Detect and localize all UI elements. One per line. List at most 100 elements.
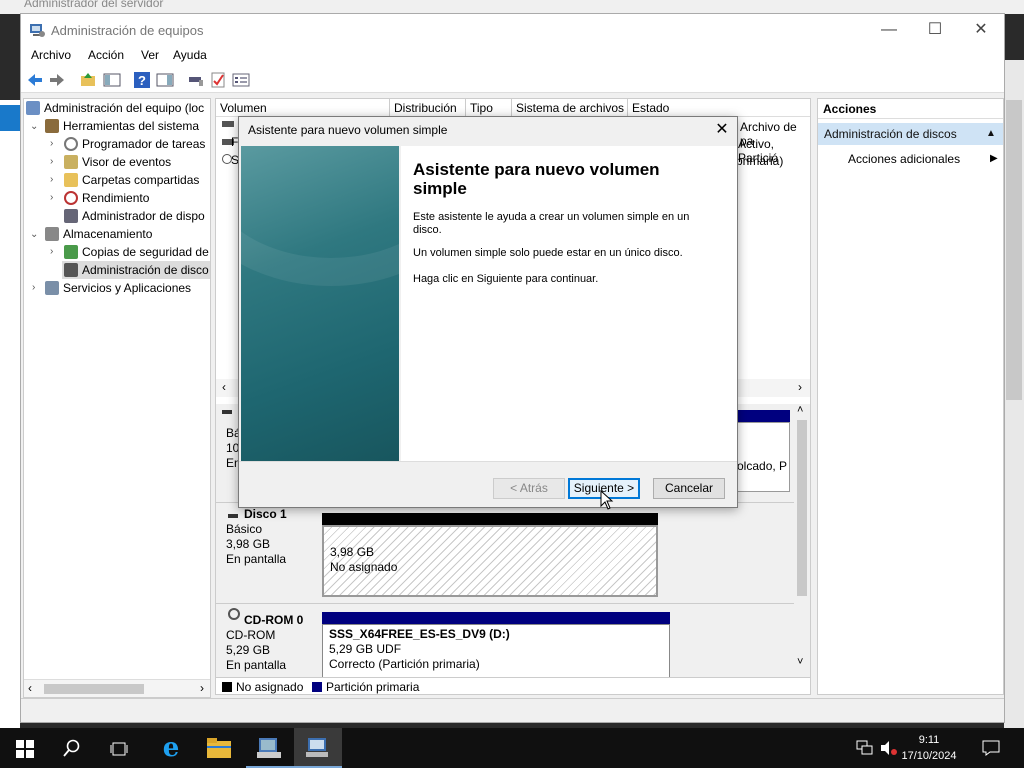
collapse-up-icon[interactable]: ▲ <box>986 123 996 145</box>
cdrom-partition[interactable]: SSS_X64FREE_ES-ES_DV9 (D:) 5,29 GB UDF C… <box>322 624 670 680</box>
search-icon[interactable] <box>63 739 81 757</box>
column-header-status[interactable]: Estado <box>628 99 810 117</box>
column-header-filesystem[interactable]: Sistema de archivos <box>512 99 628 117</box>
scroll-right-icon[interactable]: › <box>200 681 204 695</box>
scroll-up-icon[interactable]: ˄ <box>797 404 803 416</box>
checklist-icon[interactable] <box>209 71 227 89</box>
computer-management-icon <box>306 738 328 757</box>
scroll-down-icon[interactable]: ˅ <box>797 656 803 668</box>
windows-start-icon[interactable] <box>16 740 34 758</box>
internet-explorer-icon[interactable]: e <box>158 735 184 762</box>
taskbar-clock[interactable]: 9:11 17/10/2024 <box>900 732 958 764</box>
tree-label: Herramientas del sistema <box>63 119 200 133</box>
volume-muted-icon[interactable] <box>880 740 898 756</box>
menu-accion[interactable]: Acción <box>88 48 124 62</box>
legend-primary: Partición primaria <box>312 680 419 694</box>
taskbar-server-manager[interactable] <box>246 728 294 768</box>
properties-icon[interactable] <box>232 71 250 89</box>
tree-item-shared-folders[interactable]: Carpetas compartidas <box>64 171 199 189</box>
tree-item-device-manager[interactable]: Administrador de dispo <box>64 207 205 225</box>
unallocated-partition[interactable]: 3,98 GB No asignado <box>322 525 658 597</box>
tree-horizontal-scrollbar[interactable]: ‹ › <box>24 679 210 697</box>
window-titlebar: Administración de equipos — ☐ ✕ <box>21 14 1004 45</box>
disk-icon <box>222 410 232 414</box>
disk-divider <box>216 603 794 604</box>
notifications-icon[interactable] <box>982 740 1000 756</box>
server-manager-sidebar <box>0 100 20 728</box>
tree-item-performance[interactable]: Rendimiento <box>64 189 149 207</box>
action-pane-icon[interactable] <box>156 71 174 89</box>
actions-section-label: Administración de discos <box>824 127 957 141</box>
chevron-down-icon[interactable]: ⌄ <box>30 229 38 240</box>
disk-view-scrollbar[interactable]: ˄ ˅ <box>794 404 810 674</box>
chevron-down-icon[interactable]: ⌄ <box>30 121 38 132</box>
back-button[interactable]: < Atrás <box>493 478 565 499</box>
svg-text:?: ? <box>138 73 146 88</box>
tree-item-event-viewer[interactable]: Visor de eventos <box>64 153 171 171</box>
tree-label: Carpetas compartidas <box>82 173 200 187</box>
chevron-right-icon[interactable]: › <box>50 192 53 203</box>
tree-item-task-scheduler[interactable]: Programador de tareas <box>64 135 205 153</box>
connect-icon[interactable] <box>187 71 205 89</box>
partition-label: SSS_X64FREE_ES-ES_DV9 (D:) <box>329 627 510 641</box>
wizard-title: Asistente para nuevo volumen simple <box>248 123 448 137</box>
console-tree: Administración del equipo (loc ⌄ Herrami… <box>23 98 211 698</box>
scroll-right-icon[interactable]: › <box>798 380 802 394</box>
tree-item-disk-management[interactable]: Administración de disco <box>62 261 210 279</box>
minimize-button[interactable]: — <box>866 14 912 45</box>
chevron-right-icon[interactable]: › <box>50 138 53 149</box>
server-manager-scrollbar[interactable] <box>1004 60 1024 728</box>
more-actions-item[interactable]: Acciones adicionales ▶ <box>848 149 998 169</box>
maximize-button[interactable]: ☐ <box>912 14 958 45</box>
console-tree-icon[interactable] <box>103 71 121 89</box>
close-button[interactable]: ✕ <box>958 14 1004 45</box>
forward-arrow-icon[interactable] <box>48 71 66 89</box>
actions-section-disk-management[interactable]: Administración de discos ▲ <box>818 123 1003 145</box>
tree-item-backup[interactable]: Copias de seguridad de <box>64 243 209 261</box>
tree-label: Rendimiento <box>82 191 150 205</box>
tree-item-root[interactable]: Administración del equipo (loc <box>26 99 204 117</box>
taskbar-computer-management[interactable] <box>294 728 342 768</box>
tree-item-services[interactable]: Servicios y Aplicaciones <box>45 279 191 297</box>
menu-ayuda[interactable]: Ayuda <box>173 48 207 62</box>
menu-ver[interactable]: Ver <box>141 48 159 62</box>
window-title: Administración de equipos <box>51 23 204 38</box>
tree-item-storage[interactable]: Almacenamiento <box>45 225 152 243</box>
legend-swatch <box>222 682 232 692</box>
chevron-right-icon[interactable]: › <box>50 246 53 257</box>
back-arrow-icon[interactable] <box>26 71 44 89</box>
file-explorer-icon[interactable] <box>207 738 231 758</box>
disk-type: CD-ROM <box>226 628 276 642</box>
wizard-close-button[interactable]: ✕ <box>709 119 735 141</box>
chevron-right-icon[interactable]: › <box>32 282 35 293</box>
cancel-button[interactable]: Cancelar <box>653 478 725 499</box>
disk1-header[interactable]: Disco 1 Básico 3,98 GB En pantalla <box>216 504 316 600</box>
scrollbar-thumb[interactable] <box>44 684 144 694</box>
column-header-volume[interactable]: Volumen <box>216 99 390 117</box>
help-icon[interactable]: ? <box>133 71 151 89</box>
partition-size: 3,98 GB <box>330 545 375 559</box>
tree-label: Administración del equipo (loc <box>44 101 205 115</box>
column-header-type[interactable]: Tipo <box>466 99 512 117</box>
up-folder-icon[interactable] <box>79 71 97 89</box>
scroll-left-icon[interactable]: ‹ <box>222 380 226 394</box>
tools-icon <box>45 119 59 133</box>
column-header-layout[interactable]: Distribución <box>390 99 466 117</box>
menu-archivo[interactable]: Archivo <box>31 48 71 62</box>
scrollbar-thumb[interactable] <box>1006 100 1022 400</box>
chevron-right-icon[interactable]: › <box>50 156 53 167</box>
scrollbar-thumb[interactable] <box>797 420 807 596</box>
device-manager-icon <box>64 209 78 223</box>
network-icon[interactable] <box>856 740 874 756</box>
new-simple-volume-wizard: Asistente para nuevo volumen simple ✕ As… <box>238 116 738 508</box>
server-manager-selected-item[interactable] <box>0 105 20 131</box>
scroll-left-icon[interactable]: ‹ <box>28 681 32 695</box>
cdrom0-header[interactable]: CD-ROM 0 CD-ROM 5,29 GB En pantalla <box>216 605 316 677</box>
tree-label: Administración de disco <box>82 263 209 277</box>
chevron-right-icon[interactable]: › <box>50 174 53 185</box>
tree-item-system-tools[interactable]: Herramientas del sistema <box>45 117 199 135</box>
wizard-text: Un volumen simple solo puede estar en un… <box>413 247 683 259</box>
task-view-icon[interactable] <box>110 740 128 758</box>
partition-block[interactable]: olcado, P <box>736 422 790 492</box>
partition-label: No asignado <box>330 560 398 574</box>
